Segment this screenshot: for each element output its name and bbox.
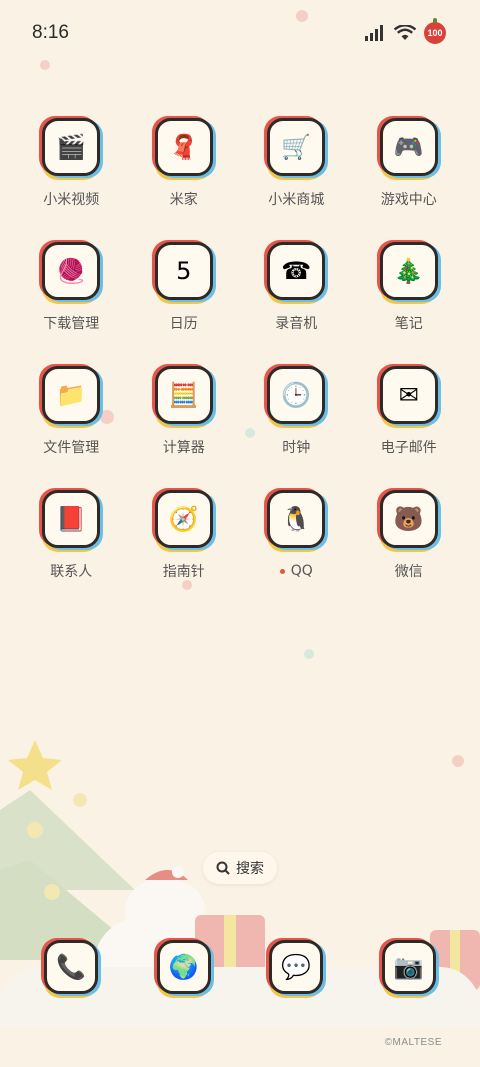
app-folder[interactable]: 📁 文件管理: [15, 366, 128, 456]
gamepad-icon: 🎮: [379, 118, 438, 176]
status-bar: 8:16 100: [0, 0, 480, 66]
app-calendar[interactable]: 5 日历: [128, 242, 241, 332]
recorder-icon: ☎: [267, 242, 326, 300]
app-label-text: 指南针: [162, 564, 205, 580]
app-label-text: 微信: [394, 564, 423, 580]
cart-icon: 🛒: [267, 118, 326, 176]
clock-icon: 🕒: [267, 366, 326, 424]
app-video[interactable]: 🎬 小米视频: [15, 118, 128, 208]
dock-app-camera[interactable]: 📷: [353, 940, 466, 994]
app-label-text: 电子邮件: [380, 440, 437, 456]
dock: 📞 🌍 💬 📷: [15, 940, 465, 994]
video-icon: 🎬: [42, 118, 101, 176]
app-label-text: 小米视频: [43, 192, 100, 208]
app-label: 笔记: [395, 314, 423, 332]
download-icon: 🧶: [42, 242, 101, 300]
app-label-text: 笔记: [394, 316, 423, 332]
notes-icon: 🎄: [379, 242, 438, 300]
app-label: QQ: [279, 562, 313, 580]
app-contacts[interactable]: 📕 联系人: [15, 490, 128, 580]
app-label: 小米视频: [43, 190, 99, 208]
snow-dot: [40, 60, 50, 70]
clock-time: 8:16: [32, 22, 69, 43]
app-label: 录音机: [275, 314, 317, 332]
watermark: ©MALTESE: [384, 1037, 442, 1048]
app-label-text: 录音机: [275, 316, 318, 332]
wechat-icon: 🐻: [379, 490, 438, 548]
app-label: 米家: [170, 190, 198, 208]
compass-icon: 🧭: [154, 490, 213, 548]
phone-icon: 📞: [44, 940, 99, 994]
app-label-text: 时钟: [282, 440, 311, 456]
contacts-icon: 📕: [42, 490, 101, 548]
qq-icon: 🐧: [267, 490, 326, 548]
app-home[interactable]: 🧣 米家: [128, 118, 241, 208]
app-label: 联系人: [50, 562, 92, 580]
app-grid: 🎬 小米视频 🧣 米家 🛒 小米商城 🎮 游戏中心 🧶 下载管理 5 日历 ☎ 录音机 🎄 笔记 📁 文件管理 🧮 计…: [15, 118, 465, 580]
calendar-icon: 5: [154, 242, 213, 300]
app-label-text: QQ: [290, 563, 313, 579]
app-label-text: 文件管理: [43, 440, 100, 456]
app-label-text: 联系人: [50, 564, 93, 580]
search-button[interactable]: 搜索: [203, 852, 277, 884]
search-label: 搜索: [236, 861, 264, 877]
app-label-text: 日历: [169, 316, 198, 332]
app-label: 日历: [170, 314, 198, 332]
app-compass[interactable]: 🧭 指南针: [128, 490, 241, 580]
app-calculator[interactable]: 🧮 计算器: [128, 366, 241, 456]
browser-icon: 🌍: [156, 940, 211, 994]
app-label: 下载管理: [43, 314, 99, 332]
messages-icon: 💬: [269, 940, 324, 994]
dock-app-messages[interactable]: 💬: [240, 940, 353, 994]
calculator-icon: 🧮: [154, 366, 213, 424]
home-icon: 🧣: [154, 118, 213, 176]
dock-app-phone[interactable]: 📞: [15, 940, 128, 994]
app-notes[interactable]: 🎄 笔记: [353, 242, 466, 332]
snow-dot: [296, 10, 308, 22]
christmas-scene: [0, 730, 480, 1067]
app-label: 指南针: [163, 562, 205, 580]
signal-icon: [365, 25, 383, 41]
app-label: 电子邮件: [381, 438, 437, 456]
mail-icon: ✉: [379, 366, 438, 424]
notification-dot: [279, 568, 285, 574]
app-label-text: 游戏中心: [380, 192, 437, 208]
dock-app-browser[interactable]: 🌍: [128, 940, 241, 994]
app-label-text: 小米商城: [268, 192, 325, 208]
app-label-text: 下载管理: [43, 316, 100, 332]
status-icons: 100: [364, 18, 446, 44]
wifi-icon: [394, 25, 416, 40]
app-label: 微信: [395, 562, 423, 580]
app-cart[interactable]: 🛒 小米商城: [240, 118, 353, 208]
app-label: 游戏中心: [381, 190, 437, 208]
app-label: 计算器: [163, 438, 205, 456]
app-label: 小米商城: [268, 190, 324, 208]
app-mail[interactable]: ✉ 电子邮件: [353, 366, 466, 456]
app-gamepad[interactable]: 🎮 游戏中心: [353, 118, 466, 208]
app-download[interactable]: 🧶 下载管理: [15, 242, 128, 332]
app-recorder[interactable]: ☎ 录音机: [240, 242, 353, 332]
search-icon: [216, 861, 230, 875]
app-label-text: 米家: [169, 192, 198, 208]
folder-icon: 📁: [42, 366, 101, 424]
battery-indicator: 100: [424, 18, 446, 44]
app-label: 时钟: [282, 438, 310, 456]
app-wechat[interactable]: 🐻 微信: [353, 490, 466, 580]
app-label: 文件管理: [43, 438, 99, 456]
snow-dot: [304, 649, 314, 659]
snow-dot: [182, 580, 192, 590]
app-qq[interactable]: 🐧 QQ: [240, 490, 353, 580]
app-clock[interactable]: 🕒 时钟: [240, 366, 353, 456]
app-label-text: 计算器: [162, 440, 205, 456]
camera-icon: 📷: [381, 940, 436, 994]
